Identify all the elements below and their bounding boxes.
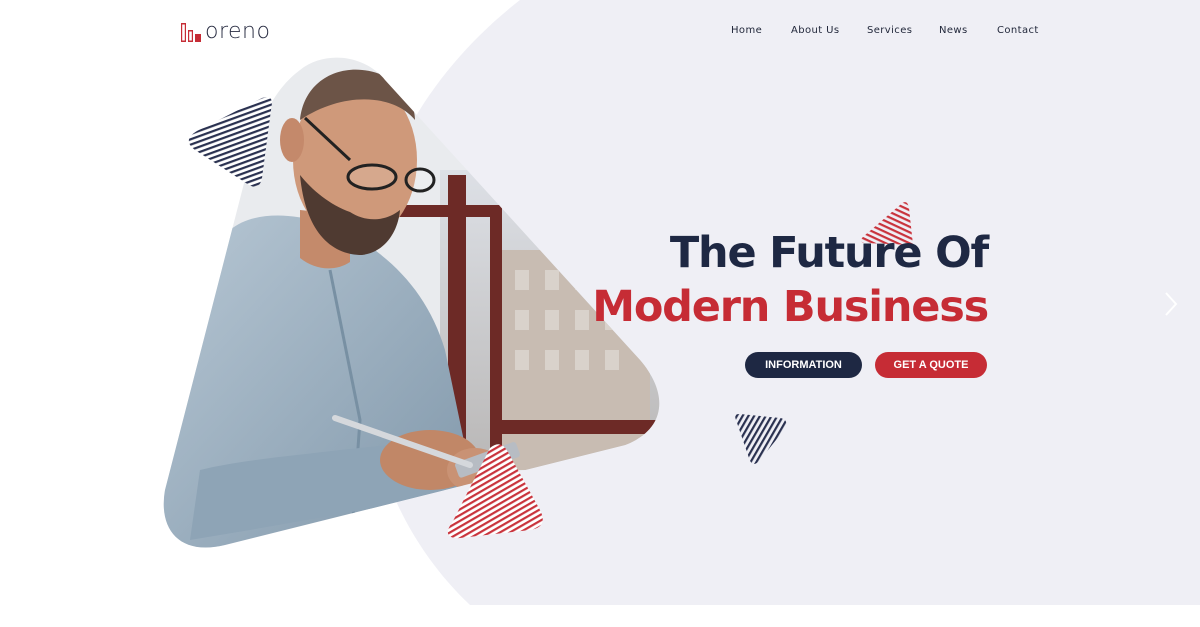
navy-striped-triangle-top bbox=[188, 97, 272, 187]
hero-title-line1: The Future Of bbox=[669, 228, 989, 278]
information-button[interactable]: INFORMATION bbox=[745, 352, 862, 378]
nav-item-about-us[interactable]: About Us bbox=[791, 25, 839, 36]
nav-item-services[interactable]: Services bbox=[867, 25, 912, 36]
nav-item-home[interactable]: Home bbox=[731, 25, 762, 36]
get-a-quote-button[interactable]: GET A QUOTE bbox=[875, 352, 987, 378]
brand-logo[interactable]: oreno bbox=[180, 19, 270, 45]
chevron-right-icon[interactable] bbox=[1162, 291, 1180, 317]
nav-item-contact[interactable]: Contact bbox=[997, 25, 1039, 36]
bar-chart-logo-icon bbox=[181, 23, 201, 42]
nav-item-news[interactable]: News bbox=[939, 25, 968, 36]
hero-title-line2: Modern Business bbox=[592, 282, 989, 332]
brand-name: oreno bbox=[205, 19, 271, 44]
hero-title: The Future Of Modern Business bbox=[592, 226, 989, 334]
